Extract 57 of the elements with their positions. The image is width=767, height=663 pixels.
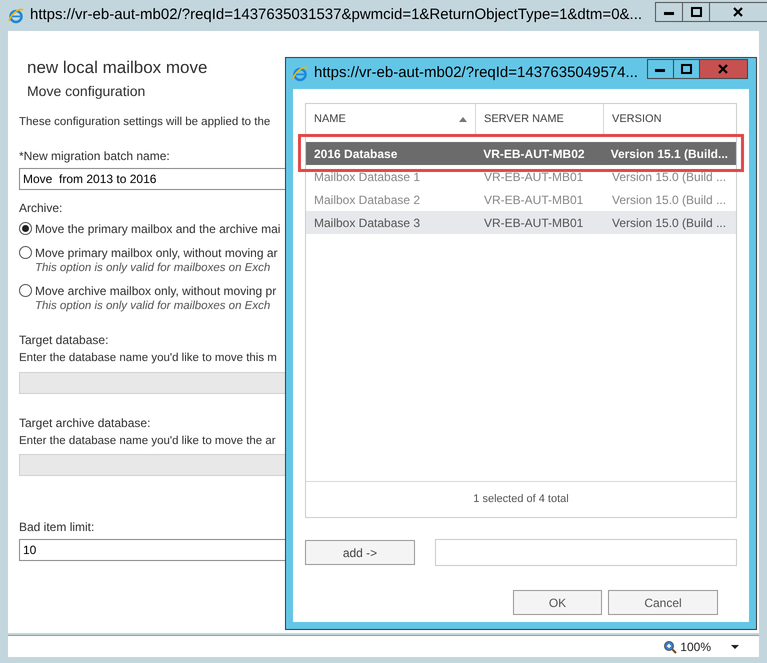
radio-label: Move primary mailbox only, without moving ar (35, 245, 278, 262)
close-button[interactable] (710, 2, 767, 22)
close-icon (718, 64, 729, 74)
zoom-level[interactable]: 100% (680, 638, 711, 656)
radio-label: Move the primary mailbox and the archive mai (35, 221, 280, 238)
field-hint: Enter the database name you'd like to move this m (19, 351, 277, 366)
minimize-button[interactable] (647, 59, 674, 79)
intro-text: These configuration settings will be applied to the (19, 115, 270, 130)
minimize-button[interactable] (655, 2, 683, 22)
cancel-button[interactable]: Cancel (608, 590, 718, 615)
table-cell-text: VR-EB-AUT-MB01 (483, 192, 584, 208)
browser-icon (292, 66, 308, 82)
table-cell-text: Version 15.0 (Build ... (611, 168, 728, 186)
page-subheading: Move configuration (27, 82, 146, 100)
option-note: This option is only valid for mailboxes on Exch (35, 261, 270, 276)
maximize-icon (690, 6, 702, 18)
maximize-button[interactable] (674, 59, 700, 79)
window-title: https://vr-eb-aut-mb02/?reqId=1437635031537&pwmcid=1&ReturnObjectType=1&dtm=0&... (30, 5, 644, 26)
radio-label: Move archive mailbox only, without moving pr (35, 283, 276, 300)
radio-button[interactable] (19, 222, 32, 236)
field-label: Bad item limit: (19, 518, 94, 536)
field-label: *New migration batch name: (19, 148, 170, 166)
field-label: Archive: (19, 200, 62, 218)
selected-database-field[interactable] (435, 539, 737, 566)
column-header[interactable]: SERVER NAME (476, 104, 604, 135)
window-title: https://vr-eb-aut-mb02/?reqId=1437635049574... (314, 63, 639, 84)
table-cell-text: Version 15.1 (Build... (610, 146, 729, 162)
maximize-icon (681, 64, 692, 74)
table-cell-text: Version 15.0 (Build ... (611, 192, 728, 208)
table-row[interactable]: 2016 Database VR-EB-AUT-MB02 Version 15.1 (Build... (306, 142, 736, 165)
zoom-icon[interactable] (663, 640, 678, 654)
table-cell-text: VR-EB-AUT-MB02 (482, 146, 586, 162)
sort-ascending-icon (459, 117, 467, 122)
column-header[interactable]: NAME (306, 104, 476, 135)
table-cell-text: Mailbox Database 2 (313, 192, 422, 208)
table-cell-text: Mailbox Database 1 (313, 168, 422, 186)
field-label: Target database: (19, 332, 108, 350)
caret-icon[interactable] (731, 644, 739, 648)
table-cell-text: Mailbox Database 3 (313, 214, 422, 232)
selection-count: 1 selected of 4 total (473, 492, 569, 508)
table-row[interactable]: Mailbox Database 3 VR-EB-AUT-MB01 Version 15.0 (Build ... (306, 211, 736, 234)
option-note: This option is only valid for mailboxes on Exch (35, 299, 270, 314)
table-row[interactable]: Mailbox Database 2 VR-EB-AUT-MB01 Version 15.0 (Build ... (306, 188, 736, 211)
add-button[interactable]: add -> (305, 540, 415, 565)
radio-button[interactable] (19, 246, 32, 260)
field-label: Target archive database: (19, 414, 150, 432)
browser-icon (8, 8, 24, 24)
table-cell-text: Version 15.0 (Build ... (611, 214, 728, 232)
table-cell-text: VR-EB-AUT-MB01 (483, 214, 584, 232)
table-cell-text: 2016 Database (313, 146, 398, 162)
field-hint: Enter the database name you'd like to move the ar (19, 434, 276, 448)
close-icon (733, 6, 744, 18)
ok-button[interactable]: OK (513, 590, 602, 615)
column-header[interactable]: VERSION (604, 104, 736, 135)
maximize-button[interactable] (683, 2, 710, 22)
radio-button[interactable] (19, 284, 32, 298)
page-heading: new local mailbox move (27, 57, 208, 79)
